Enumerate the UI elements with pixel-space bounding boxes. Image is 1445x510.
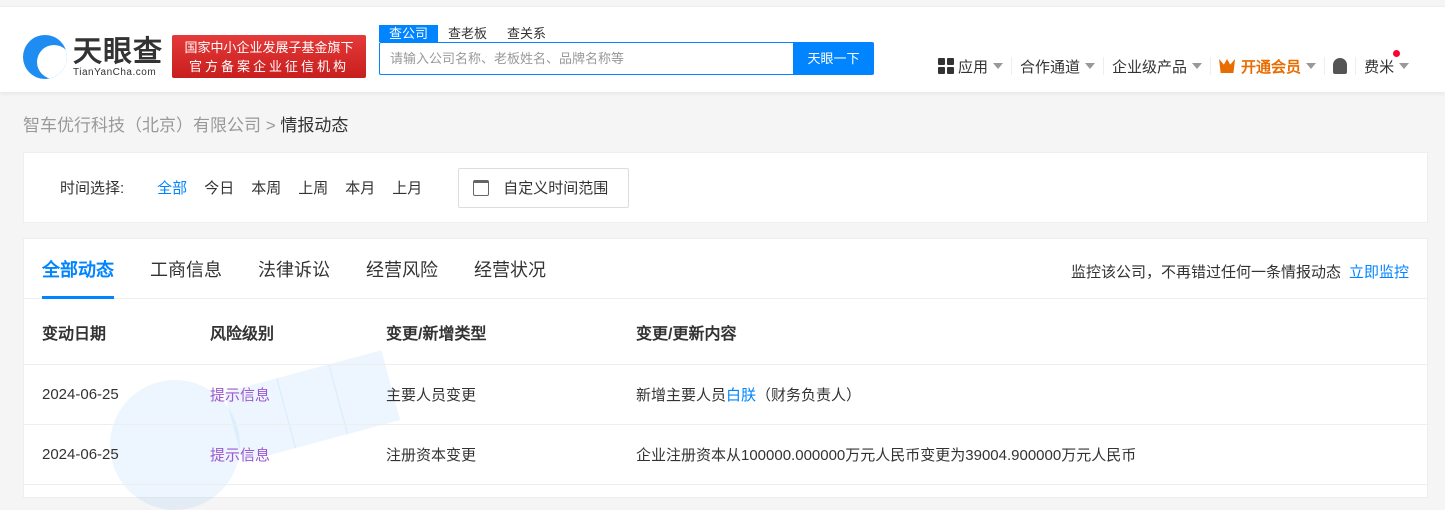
custom-range-button[interactable]: 自定义时间范围: [458, 167, 630, 208]
tab-all[interactable]: 全部动态: [42, 239, 114, 299]
breadcrumb-current: 情报动态: [280, 116, 349, 135]
time-option-last-month[interactable]: 上月: [392, 177, 422, 198]
nav-vip-label: 开通会员: [1241, 58, 1302, 76]
bell-icon: [1333, 58, 1348, 74]
nav-channel[interactable]: 合作通道: [1012, 57, 1105, 76]
cell-type: 主要人员变更: [386, 387, 477, 404]
table-row: 2024-06-25 提示信息 注册资本变更 企业注册资本从100000.000…: [24, 425, 1427, 485]
tab-operating-risk[interactable]: 经营风险: [366, 239, 438, 299]
search-button[interactable]: 天眼一下: [793, 42, 874, 75]
breadcrumb-separator: >: [265, 116, 276, 135]
caret-down-icon: [1085, 63, 1096, 69]
caret-down-icon: [1192, 63, 1203, 69]
category-tabs: 全部动态 工商信息 法律诉讼 经营风险 经营状况 监控该公司，不再错过任何一条情…: [24, 239, 1427, 299]
time-option-all[interactable]: 全部: [157, 177, 187, 198]
apps-icon: [938, 58, 954, 74]
content-role: （财务负责人）: [756, 387, 862, 404]
top-header: 天眼查 TianYanCha.com 国家中小企业发展子基金旗下 官方备案企业征…: [0, 6, 1445, 92]
user-name: 费米: [1364, 49, 1401, 77]
monitor-link[interactable]: 立即监控: [1349, 264, 1409, 281]
cell-date: 2024-06-25: [42, 446, 119, 463]
nav-enterprise[interactable]: 企业级产品: [1104, 57, 1212, 76]
nav-apps[interactable]: 应用: [930, 57, 1013, 76]
time-option-today[interactable]: 今日: [204, 177, 234, 198]
top-nav: 应用 合作通道 企业级产品 开通会员 费米: [930, 49, 1417, 77]
search-tab-boss[interactable]: 查老板: [438, 25, 497, 42]
tab-operating-status[interactable]: 经营状况: [474, 239, 546, 299]
monitor-hint: 监控该公司，不再错过任何一条情报动态: [1070, 264, 1341, 281]
cell-risk: 提示信息: [210, 387, 271, 404]
cell-date: 2024-06-25: [42, 386, 119, 403]
tab-legal[interactable]: 法律诉讼: [258, 239, 330, 299]
nav-apps-label: 应用: [958, 58, 989, 76]
table-row: 2024-06-25 提示信息 主要人员变更 新增主要人员白朕（财务负责人）: [24, 365, 1427, 425]
time-filter-label: 时间选择:: [60, 180, 125, 197]
time-filter-bar: 时间选择: 全部 今日 本周 上周 本月 上月 自定义时间范围: [23, 152, 1428, 223]
person-link[interactable]: 白朕: [726, 387, 756, 404]
logo[interactable]: 天眼查 TianYanCha.com: [23, 35, 163, 79]
logo-icon: [23, 35, 67, 79]
nav-user[interactable]: 费米: [1356, 49, 1417, 77]
search-tab-company[interactable]: 查公司: [379, 25, 439, 42]
unread-dot-icon: [1393, 49, 1401, 57]
search-input[interactable]: 请输入公司名称、老板姓名、品牌名称等: [379, 42, 793, 75]
calendar-icon: [473, 179, 490, 196]
col-date: 变动日期: [42, 325, 107, 343]
nav-channel-label: 合作通道: [1020, 58, 1081, 76]
logo-text: 天眼查: [73, 35, 164, 68]
col-content: 变更/更新内容: [636, 325, 737, 343]
content-text: 新增主要人员: [636, 387, 727, 404]
table-header: 变动日期 风险级别 变更/新增类型 变更/更新内容: [24, 299, 1427, 365]
caret-down-icon: [993, 63, 1004, 69]
caret-down-icon: [1306, 63, 1317, 69]
official-badge: 国家中小企业发展子基金旗下 官方备案企业征信机构: [172, 35, 366, 78]
breadcrumb: 智车优行科技（北京）有限公司 > 情报动态: [23, 111, 348, 136]
news-panel: 全部动态 工商信息 法律诉讼 经营风险 经营状况 监控该公司，不再错过任何一条情…: [23, 238, 1428, 498]
cell-content: 新增主要人员白朕（财务负责人）: [636, 384, 1427, 405]
tab-business-info[interactable]: 工商信息: [150, 239, 222, 299]
nav-vip[interactable]: 开通会员: [1211, 57, 1326, 76]
col-risk: 风险级别: [210, 325, 275, 343]
cell-type: 注册资本变更: [386, 447, 477, 464]
crown-icon: [1219, 59, 1236, 73]
search-tab-relation[interactable]: 查关系: [497, 25, 556, 42]
custom-range-label: 自定义时间范围: [503, 180, 609, 197]
col-type: 变更/新增类型: [386, 325, 487, 343]
search-area: 查公司 查老板 查关系 请输入公司名称、老板姓名、品牌名称等 天眼一下: [379, 25, 874, 75]
cell-risk: 提示信息: [210, 447, 271, 464]
caret-down-icon: [1399, 63, 1410, 69]
time-option-this-month[interactable]: 本月: [345, 177, 375, 198]
nav-notifications[interactable]: [1325, 57, 1357, 75]
logo-domain: TianYanCha.com: [73, 66, 157, 78]
time-option-last-week[interactable]: 上周: [298, 177, 328, 198]
breadcrumb-company[interactable]: 智车优行科技（北京）有限公司: [23, 116, 261, 135]
nav-enterprise-label: 企业级产品: [1112, 58, 1188, 76]
time-option-this-week[interactable]: 本周: [251, 177, 281, 198]
badge-line-1: 国家中小企业发展子基金旗下: [184, 40, 354, 55]
cell-content: 企业注册资本从100000.000000万元人民币变更为39004.900000…: [636, 447, 1137, 464]
badge-line-2: 官方备案企业征信机构: [188, 59, 349, 74]
